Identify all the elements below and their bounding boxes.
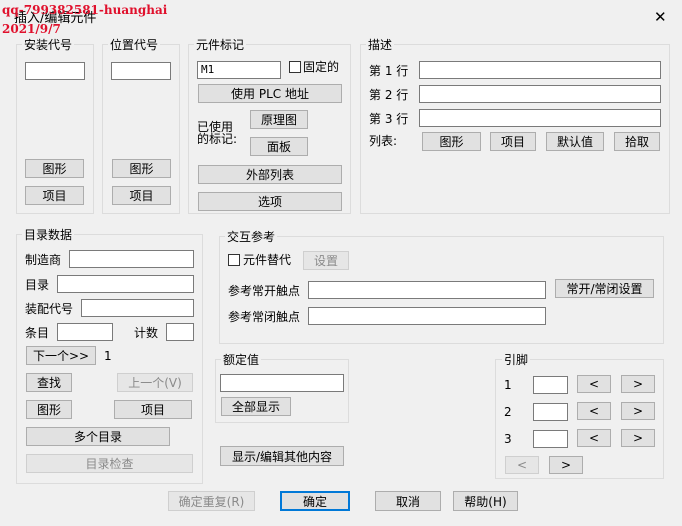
external-list-button[interactable]: 外部列表: [198, 165, 342, 184]
no-nc-settings-button[interactable]: 常开/常闭设置: [555, 279, 654, 298]
location-code-input[interactable]: [111, 62, 171, 80]
pins-prev-button[interactable]: <: [505, 456, 539, 474]
component-tag-input[interactable]: M1: [197, 61, 281, 79]
pin-1-next-button[interactable]: >: [621, 375, 655, 393]
cancel-button[interactable]: 取消: [375, 491, 441, 511]
fixed-checkbox[interactable]: [289, 61, 301, 73]
pin-2-next-button[interactable]: >: [621, 402, 655, 420]
default-value-button[interactable]: 默认值: [546, 132, 604, 151]
pin-1-input[interactable]: [533, 376, 568, 394]
show-all-button[interactable]: 全部显示: [221, 397, 291, 416]
desc-item-button[interactable]: 项目: [490, 132, 536, 151]
pin-1-prev-button[interactable]: <: [577, 375, 611, 393]
watermark-contact: qq-799382581-huanghai: [2, 3, 168, 17]
rating-input[interactable]: [220, 374, 344, 392]
next-button[interactable]: 下一个>>: [26, 346, 96, 365]
fixed-label: 固定的: [303, 60, 340, 74]
pin-3-prev-button[interactable]: <: [577, 429, 611, 447]
install-code-title: 安装代号: [22, 38, 75, 52]
desc-line3-input[interactable]: [419, 109, 661, 127]
install-item-button[interactable]: 项目: [25, 186, 84, 205]
no-contact-label: 参考常开触点: [228, 284, 301, 298]
pin-2-label: 2: [504, 405, 512, 419]
pin-2-input[interactable]: [533, 403, 568, 421]
assembly-code-label: 装配代号: [25, 302, 74, 316]
assembly-code-input[interactable]: [81, 299, 194, 317]
desc-line3-label: 第 3 行: [369, 112, 409, 126]
pin-2-prev-button[interactable]: <: [577, 402, 611, 420]
schematic-button[interactable]: 原理图: [250, 110, 308, 129]
pins-title: 引脚: [502, 353, 531, 367]
pin-3-next-button[interactable]: >: [621, 429, 655, 447]
desc-line1-label: 第 1 行: [369, 64, 409, 78]
count-label: 计数: [134, 326, 159, 340]
component-replace-checkbox[interactable]: [228, 254, 240, 266]
catalog-label: 目录: [25, 278, 50, 292]
manufacturer-input[interactable]: [69, 250, 194, 268]
location-item-button[interactable]: 项目: [112, 186, 171, 205]
list-label: 列表:: [369, 134, 398, 148]
pins-next-button[interactable]: >: [549, 456, 583, 474]
panel-button[interactable]: 面板: [250, 137, 308, 156]
ok-button[interactable]: 确定: [280, 491, 350, 511]
desc-graphic-button[interactable]: 图形: [422, 132, 481, 151]
catalog-graphic-button[interactable]: 图形: [26, 400, 72, 419]
confirm-repeat-button[interactable]: 确定重复(R): [168, 491, 255, 511]
catalog-data-title: 目录数据: [22, 228, 75, 242]
cross-reference-title: 交互参考: [225, 230, 278, 244]
install-code-input[interactable]: [25, 62, 85, 80]
location-graphic-button[interactable]: 图形: [112, 159, 171, 178]
install-graphic-button[interactable]: 图形: [25, 159, 84, 178]
desc-line1-input[interactable]: [419, 61, 661, 79]
catalog-item-button[interactable]: 项目: [114, 400, 192, 419]
nc-contact-input[interactable]: [308, 307, 546, 325]
pin-3-input[interactable]: [533, 430, 568, 448]
rating-title: 额定值: [221, 353, 262, 367]
pick-button[interactable]: 拾取: [614, 132, 660, 151]
manufacturer-label: 制造商: [25, 253, 62, 267]
help-button[interactable]: 帮助(H): [453, 491, 518, 511]
pin-1-label: 1: [504, 378, 512, 392]
catalog-check-button[interactable]: 目录检查: [26, 454, 193, 473]
options-button[interactable]: 选项: [198, 192, 342, 211]
desc-line2-label: 第 2 行: [369, 88, 409, 102]
description-title: 描述: [366, 38, 395, 52]
component-tag-title: 元件标记: [194, 38, 247, 52]
close-icon[interactable]: ✕: [654, 10, 667, 25]
multiple-catalog-button[interactable]: 多个目录: [26, 427, 170, 446]
count-input[interactable]: [166, 323, 194, 341]
settings-button[interactable]: 设置: [303, 251, 349, 270]
watermark-date: 2021/9/7: [2, 22, 61, 36]
location-code-title: 位置代号: [108, 38, 161, 52]
previous-button[interactable]: 上一个(V): [117, 373, 193, 392]
used-tags-label-line2: 的标记:: [197, 132, 238, 146]
entry-label: 条目: [25, 326, 50, 340]
nc-contact-label: 参考常闭触点: [228, 310, 301, 324]
use-plc-address-button[interactable]: 使用 PLC 地址: [198, 84, 342, 103]
entry-input[interactable]: [57, 323, 113, 341]
find-button[interactable]: 查找: [26, 373, 72, 392]
show-edit-other-button[interactable]: 显示/编辑其他内容: [220, 446, 344, 466]
pin-3-label: 3: [504, 432, 512, 446]
catalog-input[interactable]: [57, 275, 194, 293]
component-replace-label: 元件替代: [243, 253, 292, 267]
no-contact-input[interactable]: [308, 281, 546, 299]
next-count: 1: [104, 349, 112, 363]
desc-line2-input[interactable]: [419, 85, 661, 103]
